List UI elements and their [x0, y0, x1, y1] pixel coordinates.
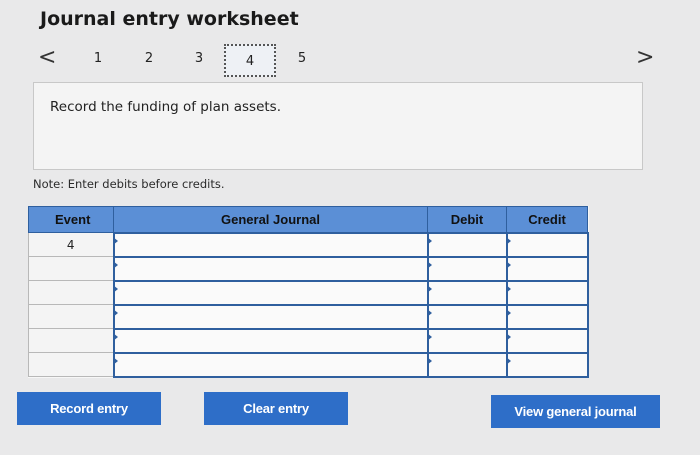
- column-header-debit: Debit: [427, 206, 507, 233]
- page-1[interactable]: 1: [88, 51, 108, 66]
- input-indicator-icon: [426, 356, 432, 365]
- dropdown-indicator-icon: [112, 308, 118, 317]
- credit-input[interactable]: [505, 279, 589, 306]
- event-cell: [28, 352, 114, 377]
- table-row: [28, 327, 589, 354]
- input-indicator-icon: [426, 236, 432, 245]
- instruction-box: Record the funding of plan assets.: [33, 82, 643, 170]
- journal-header-row: Event General Journal Debit Credit: [28, 206, 588, 233]
- table-row: 4: [28, 231, 589, 258]
- account-input[interactable]: [112, 231, 429, 258]
- debit-input[interactable]: [426, 255, 508, 282]
- input-indicator-icon: [505, 332, 511, 341]
- debit-input[interactable]: [426, 351, 508, 378]
- clear-entry-button[interactable]: Clear entry: [204, 392, 348, 425]
- instruction-text: Record the funding of plan assets.: [50, 99, 281, 115]
- next-page-chevron-right-icon[interactable]: >: [636, 46, 654, 70]
- account-input[interactable]: [112, 255, 429, 282]
- page-5[interactable]: 5: [292, 51, 312, 66]
- column-header-general-journal: General Journal: [113, 206, 428, 233]
- dropdown-indicator-icon: [112, 356, 118, 365]
- page-4-active[interactable]: 4: [224, 44, 276, 77]
- table-row: [28, 351, 589, 378]
- debit-input[interactable]: [426, 279, 508, 306]
- note-text: Note: Enter debits before credits.: [33, 177, 225, 191]
- journal-table: Event General Journal Debit Credit 4: [28, 206, 589, 378]
- input-indicator-icon: [505, 356, 511, 365]
- input-indicator-icon: [505, 236, 511, 245]
- dropdown-indicator-icon: [112, 284, 118, 293]
- input-indicator-icon: [505, 308, 511, 317]
- table-row: [28, 279, 589, 306]
- event-cell: [28, 280, 114, 305]
- input-indicator-icon: [426, 308, 432, 317]
- account-input[interactable]: [112, 327, 429, 354]
- event-cell: [28, 256, 114, 281]
- input-indicator-icon: [505, 260, 511, 269]
- credit-input[interactable]: [505, 351, 589, 378]
- credit-input[interactable]: [505, 231, 589, 258]
- credit-input[interactable]: [505, 327, 589, 354]
- pager: < 1 2 3 4 5 >: [0, 44, 700, 78]
- input-indicator-icon: [426, 284, 432, 293]
- page-3[interactable]: 3: [189, 51, 209, 66]
- dropdown-indicator-icon: [112, 260, 118, 269]
- input-indicator-icon: [505, 284, 511, 293]
- account-input[interactable]: [112, 351, 429, 378]
- event-cell: [28, 304, 114, 329]
- credit-input[interactable]: [505, 255, 589, 282]
- table-row: [28, 303, 589, 330]
- view-general-journal-button[interactable]: View general journal: [491, 395, 660, 428]
- debit-input[interactable]: [426, 327, 508, 354]
- record-entry-button[interactable]: Record entry: [17, 392, 161, 425]
- account-input[interactable]: [112, 303, 429, 330]
- account-input[interactable]: [112, 279, 429, 306]
- input-indicator-icon: [426, 332, 432, 341]
- event-cell: [28, 328, 114, 353]
- input-indicator-icon: [426, 260, 432, 269]
- worksheet-title: Journal entry worksheet: [40, 8, 299, 30]
- page-2[interactable]: 2: [139, 51, 159, 66]
- column-header-event: Event: [28, 206, 114, 233]
- event-cell: 4: [28, 232, 114, 257]
- debit-input[interactable]: [426, 303, 508, 330]
- table-row: [28, 255, 589, 282]
- dropdown-indicator-icon: [112, 332, 118, 341]
- debit-input[interactable]: [426, 231, 508, 258]
- dropdown-indicator-icon: [112, 236, 118, 245]
- column-header-credit: Credit: [506, 206, 588, 233]
- prev-page-chevron-left-icon[interactable]: <: [38, 46, 56, 70]
- credit-input[interactable]: [505, 303, 589, 330]
